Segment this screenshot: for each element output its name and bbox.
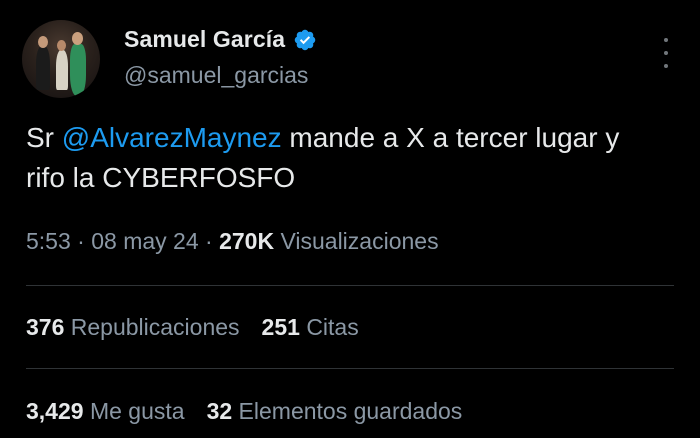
tweet-date[interactable]: 08 may 24 xyxy=(91,228,198,254)
avatar-figure xyxy=(38,36,48,48)
likes-count: 3,429 xyxy=(26,398,84,424)
likes-label: Me gusta xyxy=(89,398,185,424)
divider xyxy=(26,368,674,369)
author-name[interactable]: Samuel García xyxy=(124,26,285,53)
reposts-link[interactable]: 376 Republicaciones xyxy=(26,314,240,340)
tweet-meta: 5:53 · 08 may 24 · 270K Visualizaciones xyxy=(26,228,439,255)
engagement-row-reposts: 376 Republicaciones 251 Citas xyxy=(26,314,359,341)
avatar-figure xyxy=(56,50,68,90)
meta-separator: · xyxy=(70,228,92,254)
dot-icon xyxy=(664,38,668,42)
likes-link[interactable]: 3,429 Me gusta xyxy=(26,398,185,424)
tweet-text-start: Sr xyxy=(26,122,62,153)
more-options-icon[interactable] xyxy=(662,38,670,68)
avatar[interactable] xyxy=(22,20,100,98)
bookmarks-link[interactable]: 32 Elementos guardados xyxy=(207,398,463,424)
bookmarks-count: 32 xyxy=(206,398,233,424)
meta-separator: · xyxy=(198,228,220,254)
quotes-count: 251 xyxy=(261,314,300,340)
bookmarks-label: Elementos guardados xyxy=(238,398,463,424)
views-count: 270K xyxy=(219,228,275,254)
reposts-count: 376 xyxy=(26,314,65,340)
tweet-time[interactable]: 5:53 xyxy=(26,228,71,254)
quotes-link[interactable]: 251 Citas xyxy=(262,314,359,340)
avatar-figure xyxy=(72,32,83,45)
avatar-figure xyxy=(36,46,50,90)
reposts-label: Republicaciones xyxy=(70,314,240,340)
avatar-figure xyxy=(70,44,86,96)
avatar-figure xyxy=(57,40,66,51)
author-handle[interactable]: @samuel_garcias xyxy=(124,62,308,89)
engagement-row-likes: 3,429 Me gusta 32 Elementos guardados xyxy=(26,398,462,425)
dot-icon xyxy=(664,51,668,55)
author-name-row: Samuel García xyxy=(124,26,317,53)
quotes-label: Citas xyxy=(306,314,359,340)
verified-badge-icon xyxy=(294,29,316,50)
mention-link[interactable]: @AlvarezMaynez xyxy=(62,122,282,153)
tweet-text: Sr @AlvarezMaynez mande a X a tercer lug… xyxy=(26,118,666,198)
views-label: Visualizaciones xyxy=(280,228,439,254)
divider xyxy=(26,285,674,286)
dot-icon xyxy=(664,64,668,68)
